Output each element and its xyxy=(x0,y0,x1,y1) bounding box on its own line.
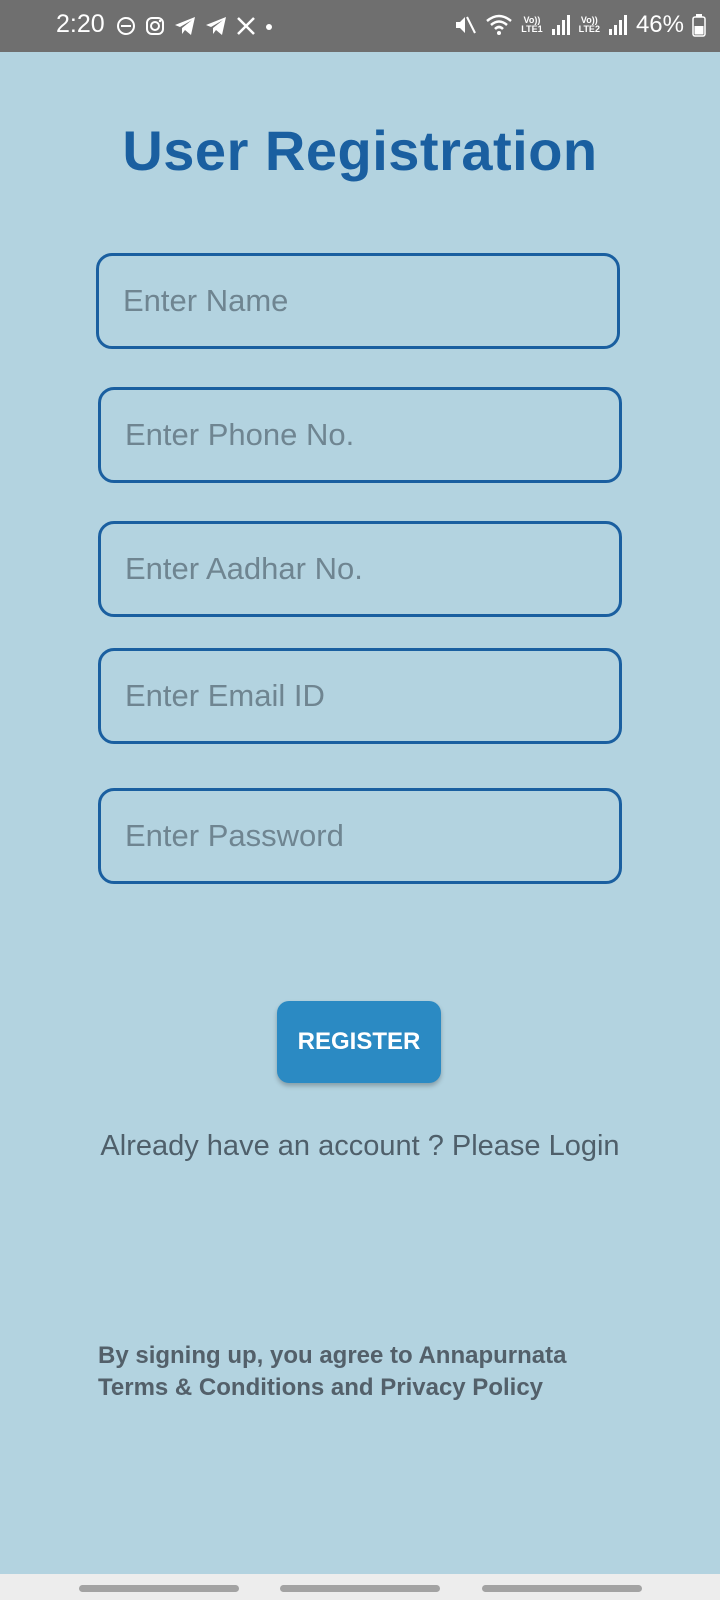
phone-placeholder: Enter Phone No. xyxy=(125,417,355,452)
terms-line-1: By signing up, you agree to Annapurnata xyxy=(98,1342,567,1369)
telegram-icon xyxy=(175,17,195,35)
dot-icon xyxy=(266,24,272,30)
password-field[interactable]: Enter Password xyxy=(98,788,622,884)
signal-icon xyxy=(551,15,570,35)
password-placeholder: Enter Password xyxy=(125,818,344,853)
name-placeholder: Enter Name xyxy=(123,283,289,318)
terms-line-2[interactable]: Terms & Conditions and Privacy Policy xyxy=(98,1372,658,1404)
x-icon xyxy=(237,17,255,35)
do-not-disturb-icon xyxy=(117,17,135,35)
battery-percent: 46% xyxy=(635,11,684,38)
battery-icon xyxy=(692,14,706,37)
wifi-icon xyxy=(486,14,513,35)
instagram-icon xyxy=(146,17,164,35)
status-bar: 2:20 Vo)) LTE1 Vo)) LTE2 46% xyxy=(0,0,720,52)
register-button[interactable]: REGISTER xyxy=(277,1001,441,1083)
signal-icon xyxy=(608,15,627,35)
telegram-icon xyxy=(206,17,226,35)
aadhar-field[interactable]: Enter Aadhar No. xyxy=(98,521,622,617)
aadhar-placeholder: Enter Aadhar No. xyxy=(125,551,363,586)
back-button[interactable] xyxy=(482,1585,642,1592)
volte-lte2-icon: Vo)) LTE2 xyxy=(579,16,600,34)
navigation-bar xyxy=(0,1574,720,1600)
volte-lte1-icon: Vo)) LTE1 xyxy=(521,16,542,34)
home-button[interactable] xyxy=(280,1585,440,1592)
login-link[interactable]: Already have an account ? Please Login xyxy=(0,1130,720,1163)
recents-button[interactable] xyxy=(79,1585,239,1592)
system-status-icons: Vo)) LTE1 Vo)) LTE2 46% xyxy=(453,10,706,40)
lte2-bottom: LTE2 xyxy=(578,24,600,34)
notification-icons xyxy=(116,12,273,40)
page-title: User Registration xyxy=(122,119,598,182)
phone-field[interactable]: Enter Phone No. xyxy=(98,387,622,483)
email-field[interactable]: Enter Email ID xyxy=(98,648,622,744)
name-field[interactable]: Enter Name xyxy=(96,253,620,349)
terms-notice: By signing up, you agree to Annapurnata … xyxy=(98,1340,658,1404)
email-placeholder: Enter Email ID xyxy=(125,678,325,713)
lte1-bottom: LTE1 xyxy=(521,24,543,34)
status-time: 2:20 xyxy=(56,10,105,38)
mute-icon xyxy=(456,16,477,34)
